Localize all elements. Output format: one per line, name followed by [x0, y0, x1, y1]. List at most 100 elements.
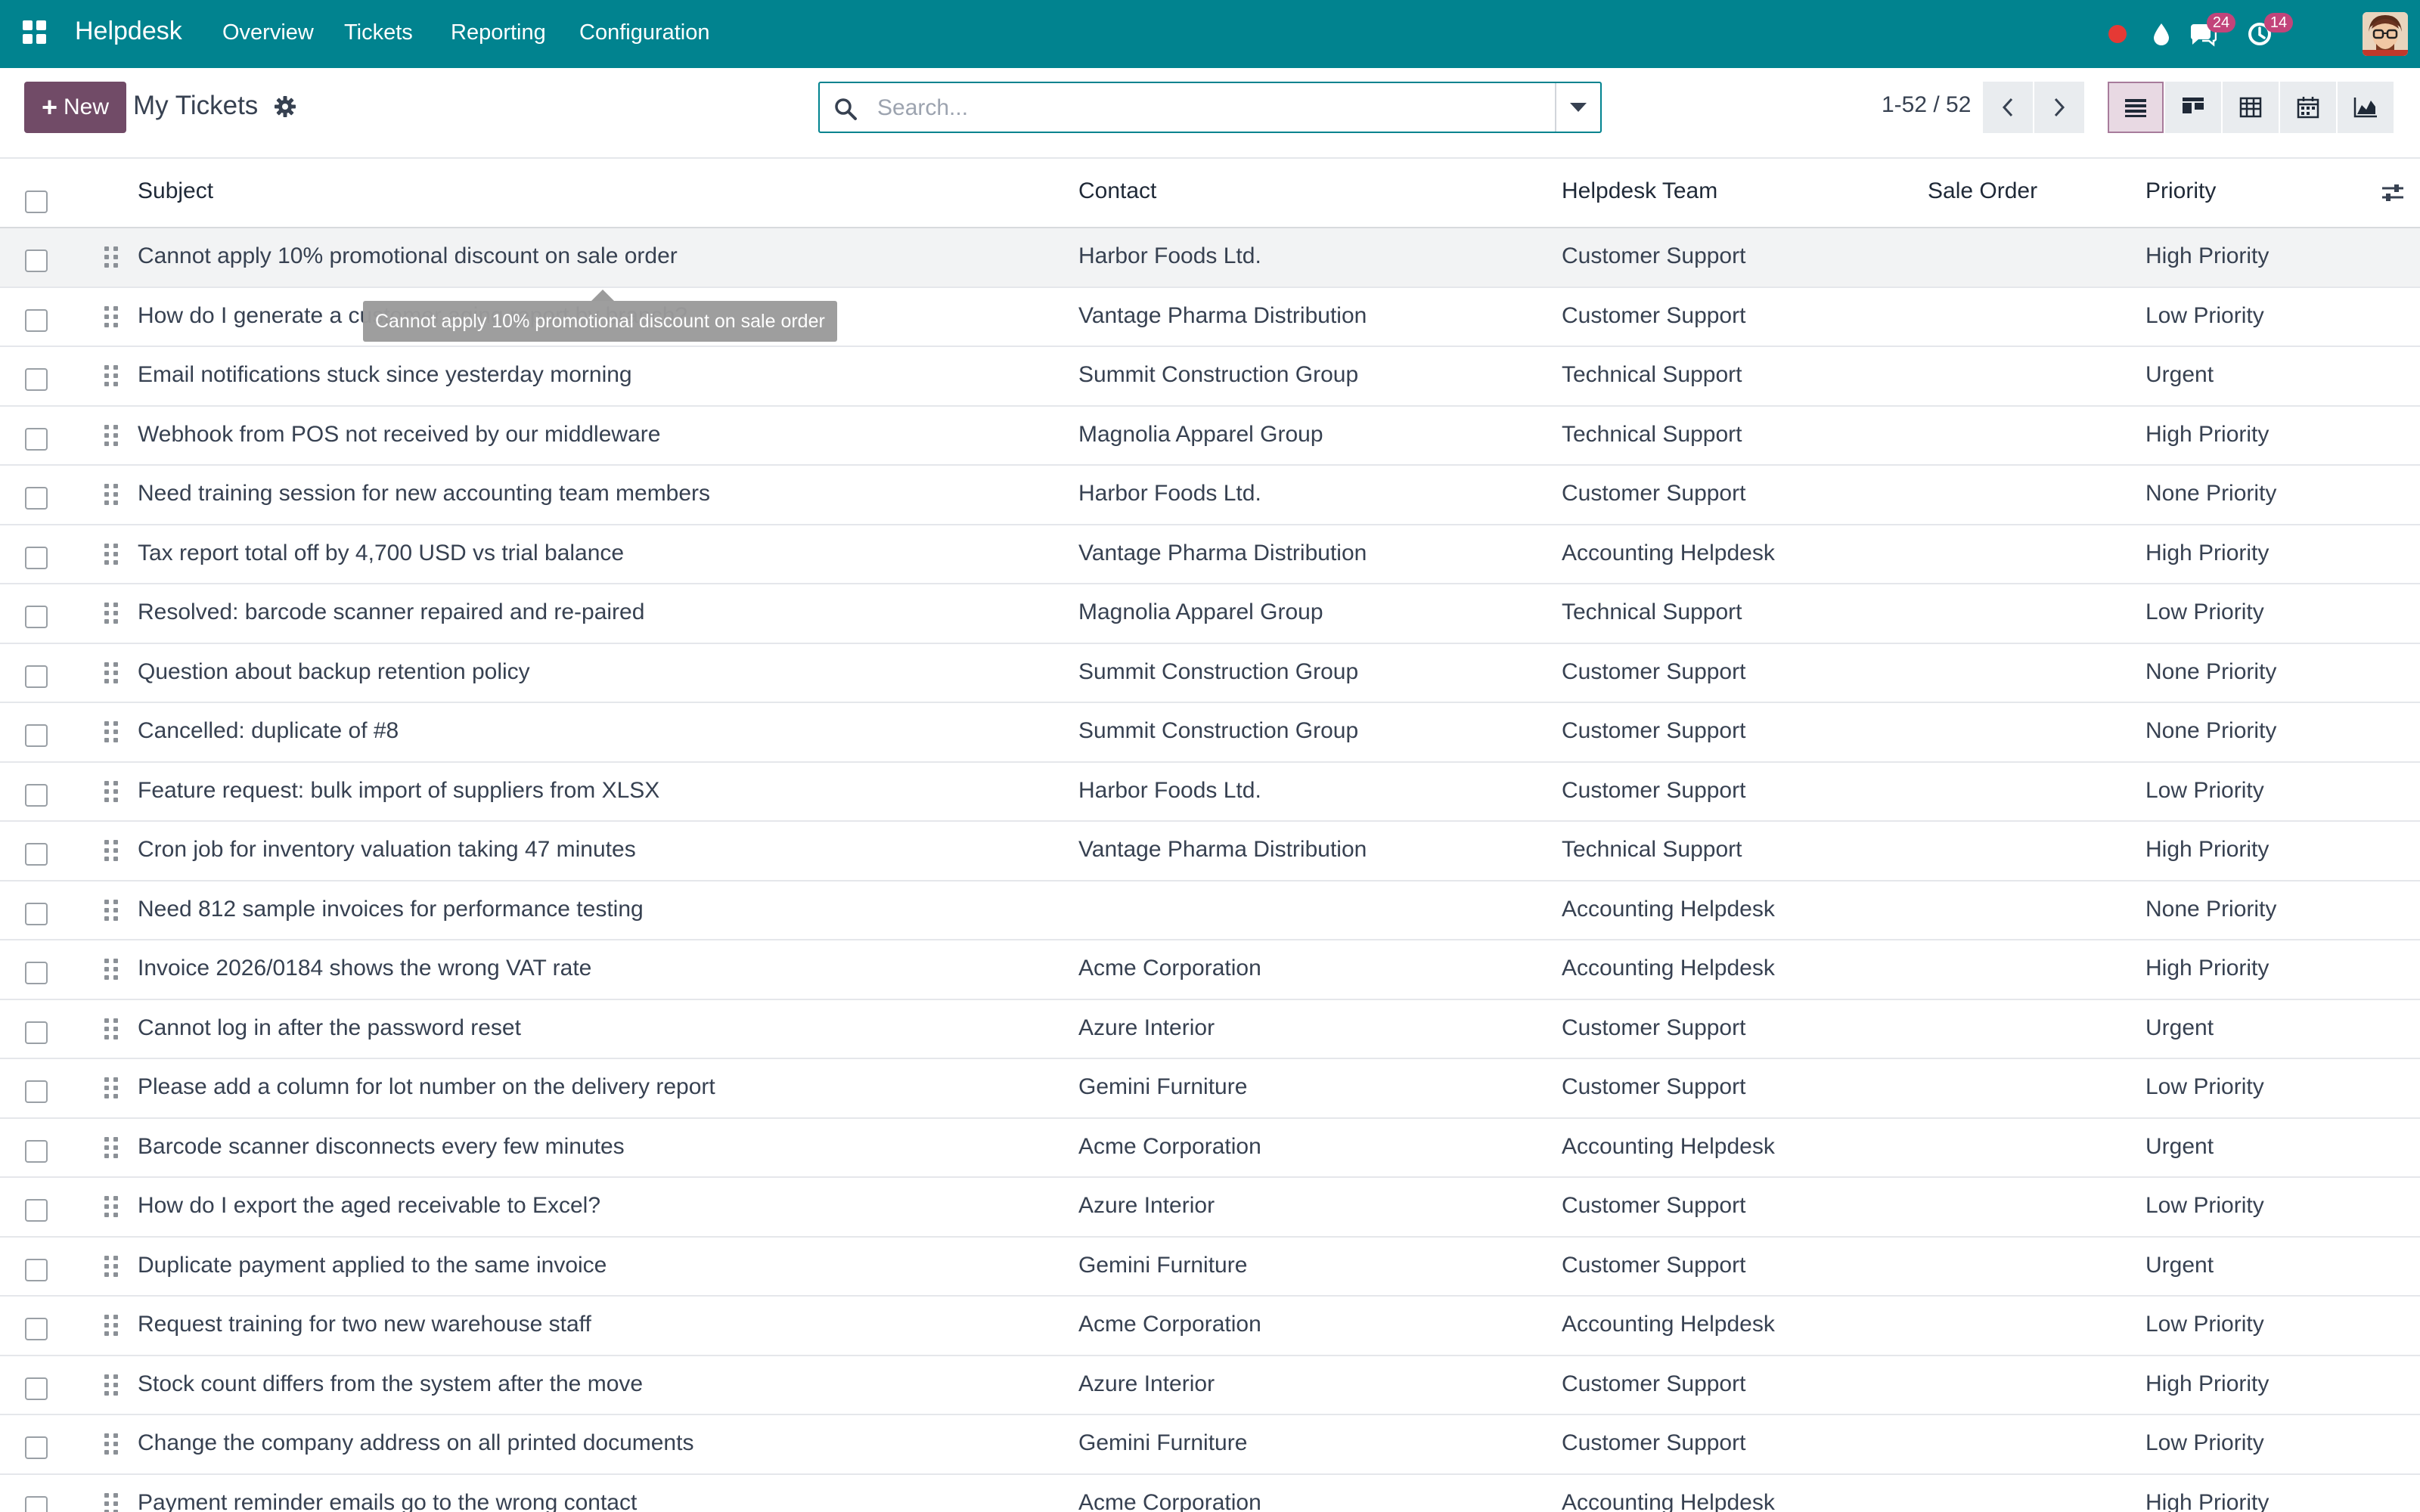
- drag-handle-icon[interactable]: [104, 662, 118, 683]
- pager-previous-button[interactable]: [1983, 82, 2033, 133]
- column-header-contact[interactable]: Contact: [1078, 178, 1156, 204]
- drag-handle-icon[interactable]: [104, 840, 118, 861]
- drag-handle-icon[interactable]: [104, 365, 118, 386]
- table-row[interactable]: Resolved: barcode scanner repaired and r…: [0, 584, 2420, 644]
- chat-icon[interactable]: 24: [2187, 13, 2235, 49]
- table-row[interactable]: Cannot log in after the password reset Az…: [0, 1000, 2420, 1059]
- column-header-sale-order[interactable]: Sale Order: [1928, 178, 2037, 204]
- row-checkbox[interactable]: [25, 665, 48, 688]
- calendar-view-button[interactable]: [2280, 82, 2336, 133]
- row-checkbox[interactable]: [25, 1495, 48, 1512]
- caret-down-icon: [1570, 103, 1587, 112]
- search-options-toggle[interactable]: [1555, 83, 1600, 132]
- drag-handle-icon[interactable]: [104, 721, 118, 742]
- gear-icon[interactable]: [274, 95, 296, 118]
- row-checkbox[interactable]: [25, 1080, 48, 1103]
- drag-handle-icon[interactable]: [104, 899, 118, 921]
- drag-handle-icon[interactable]: [104, 484, 118, 505]
- graph-view-button[interactable]: [2338, 82, 2394, 133]
- table-row[interactable]: Need 812 sample invoices for performance…: [0, 881, 2420, 940]
- table-row[interactable]: Email notifications stuck since yesterda…: [0, 347, 2420, 407]
- table-row[interactable]: Request training for two new warehouse s…: [0, 1297, 2420, 1356]
- drag-handle-icon[interactable]: [104, 1196, 118, 1217]
- drag-handle-icon[interactable]: [104, 959, 118, 980]
- pivot-view-button[interactable]: [2223, 82, 2279, 133]
- user-avatar[interactable]: [2363, 12, 2408, 56]
- new-button[interactable]: + New: [24, 82, 126, 133]
- cell-contact: Magnolia Apparel Group: [1078, 421, 1323, 447]
- table-row[interactable]: How do I export the aged receivable to E…: [0, 1178, 2420, 1238]
- row-checkbox[interactable]: [25, 427, 48, 451]
- table-row[interactable]: Please add a column for lot number on th…: [0, 1059, 2420, 1119]
- cell-priority: Urgent: [2145, 1252, 2214, 1278]
- drag-handle-icon[interactable]: [104, 1315, 118, 1336]
- row-checkbox[interactable]: [25, 606, 48, 628]
- apps-grid-icon[interactable]: [23, 20, 47, 45]
- drag-handle-icon[interactable]: [104, 780, 118, 802]
- drag-handle-icon[interactable]: [104, 1492, 118, 1512]
- drag-handle-icon[interactable]: [104, 1136, 118, 1158]
- select-all-checkbox[interactable]: [25, 191, 48, 213]
- drag-handle-icon[interactable]: [104, 1255, 118, 1277]
- record-dot-icon[interactable]: [2102, 19, 2133, 49]
- table-row[interactable]: Duplicate payment applied to the same in…: [0, 1238, 2420, 1297]
- row-checkbox[interactable]: [25, 962, 48, 984]
- table-row[interactable]: Cancelled: duplicate of #8 Summit Constru…: [0, 703, 2420, 763]
- table-row[interactable]: Invoice 2026/0184 shows the wrong VAT ra…: [0, 940, 2420, 1000]
- row-checkbox[interactable]: [25, 783, 48, 807]
- drag-handle-icon[interactable]: [104, 1433, 118, 1455]
- table-row[interactable]: Change the company address on all printe…: [0, 1415, 2420, 1475]
- row-checkbox[interactable]: [25, 368, 48, 391]
- row-checkbox[interactable]: [25, 546, 48, 569]
- pager-next-button[interactable]: [2034, 82, 2084, 133]
- table-row[interactable]: Question about backup retention policy Su…: [0, 644, 2420, 703]
- drag-handle-icon[interactable]: [104, 1077, 118, 1098]
- row-checkbox[interactable]: [25, 1021, 48, 1044]
- row-checkbox[interactable]: [25, 1318, 48, 1340]
- row-checkbox[interactable]: [25, 843, 48, 866]
- row-checkbox[interactable]: [25, 249, 48, 272]
- drag-handle-icon[interactable]: [104, 543, 118, 565]
- search-input[interactable]: [877, 91, 1528, 125]
- cell-priority: High Priority: [2145, 1489, 2270, 1512]
- table-row[interactable]: Tax report total off by 4,700 USD vs tri…: [0, 525, 2420, 584]
- table-row[interactable]: Need training session for new accounting…: [0, 466, 2420, 525]
- drag-handle-icon[interactable]: [104, 246, 118, 268]
- row-checkbox[interactable]: [25, 902, 48, 925]
- table-row[interactable]: Cron job for inventory valuation taking …: [0, 822, 2420, 881]
- table-row[interactable]: Feature request: bulk import of supplier…: [0, 763, 2420, 822]
- row-checkbox[interactable]: [25, 1139, 48, 1163]
- row-checkbox[interactable]: [25, 487, 48, 510]
- row-checkbox[interactable]: [25, 1199, 48, 1222]
- menu-tickets[interactable]: Tickets: [344, 20, 413, 45]
- clock-activity-icon[interactable]: 14: [2245, 13, 2293, 49]
- drag-handle-icon[interactable]: [104, 424, 118, 446]
- kanban-view-button[interactable]: [2165, 82, 2221, 133]
- row-checkbox[interactable]: [25, 724, 48, 747]
- column-header-priority[interactable]: Priority: [2145, 178, 2216, 204]
- menu-reporting[interactable]: Reporting: [451, 20, 546, 45]
- row-checkbox[interactable]: [25, 1436, 48, 1459]
- droplet-icon[interactable]: [2146, 19, 2176, 49]
- table-row[interactable]: Stock count differs from the system afte…: [0, 1356, 2420, 1415]
- cell-contact: Azure Interior: [1078, 1371, 1215, 1396]
- optional-columns-icon[interactable]: [2381, 181, 2405, 204]
- drag-handle-icon[interactable]: [104, 1374, 118, 1396]
- row-checkbox[interactable]: [25, 308, 48, 332]
- column-header-subject[interactable]: Subject: [138, 178, 213, 204]
- table-row[interactable]: Payment reminder emails go to the wrong …: [0, 1475, 2420, 1512]
- list-view-button[interactable]: [2108, 82, 2164, 133]
- menu-configuration[interactable]: Configuration: [579, 20, 710, 45]
- table-row[interactable]: Cannot apply 10% promotional discount on…: [0, 228, 2420, 288]
- column-header-helpdesk-team[interactable]: Helpdesk Team: [1562, 178, 1717, 204]
- drag-handle-icon[interactable]: [104, 603, 118, 624]
- drag-handle-icon[interactable]: [104, 305, 118, 327]
- app-name[interactable]: Helpdesk: [75, 17, 182, 46]
- pager-value[interactable]: 1-52 / 52: [1882, 92, 1971, 118]
- table-row[interactable]: Webhook from POS not received by our mid…: [0, 407, 2420, 466]
- row-checkbox[interactable]: [25, 1377, 48, 1400]
- table-row[interactable]: Barcode scanner disconnects every few mi…: [0, 1119, 2420, 1178]
- menu-overview[interactable]: Overview: [222, 20, 314, 45]
- drag-handle-icon[interactable]: [104, 1018, 118, 1040]
- row-checkbox[interactable]: [25, 1258, 48, 1281]
